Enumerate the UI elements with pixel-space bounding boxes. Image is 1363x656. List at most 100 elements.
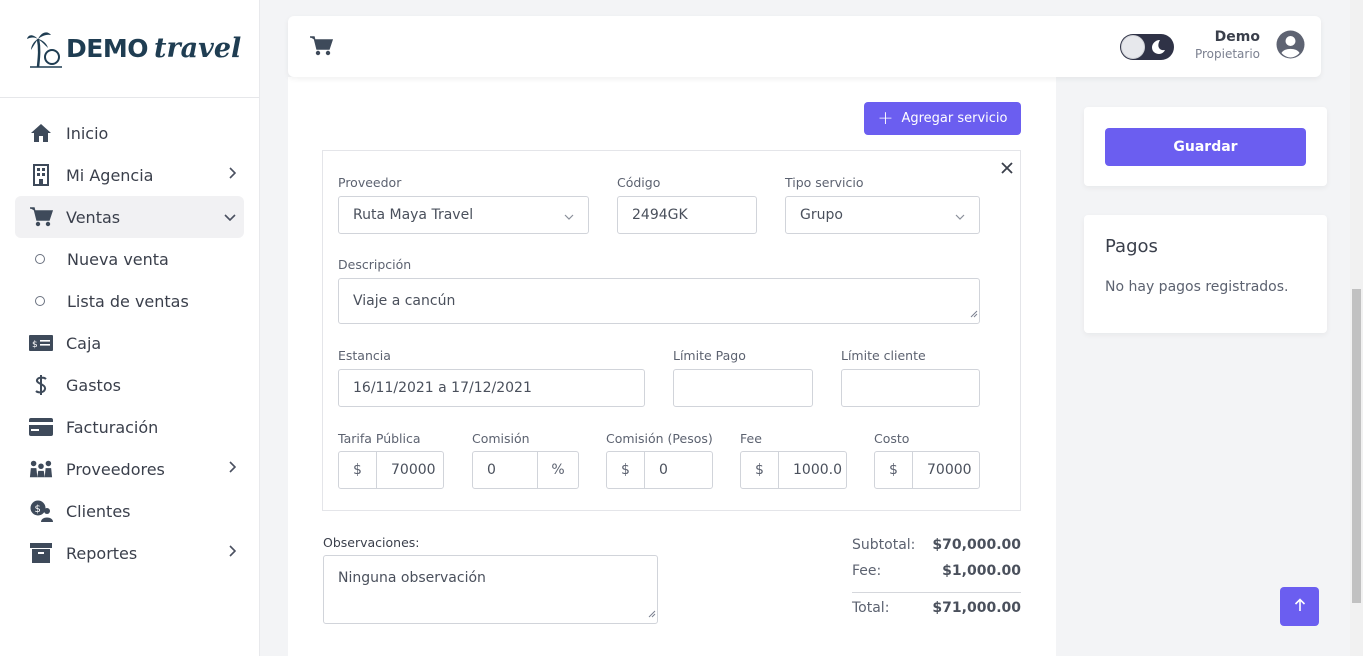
proveedor-select[interactable]: Ruta Maya Travel <box>338 196 589 234</box>
costo-value: 70000 <box>927 462 972 478</box>
sidebar-item-caja[interactable]: $ Caja <box>15 322 244 364</box>
building-icon <box>29 163 53 187</box>
sidebar-item-facturacion[interactable]: Facturación <box>15 406 244 448</box>
brand-travel-text: travel <box>153 33 242 64</box>
observaciones-value: Ninguna observación <box>338 570 486 586</box>
sidebar-item-inicio[interactable]: Inicio <box>15 112 244 154</box>
user-menu[interactable]: Demo Propietario <box>1186 29 1305 61</box>
totals-divider <box>852 592 1021 593</box>
descripcion-textarea[interactable]: Viaje a cancún <box>338 278 980 324</box>
currency-addon: $ <box>875 452 913 488</box>
chevron-right-icon <box>228 545 237 561</box>
sale-form: + Agregar servicio Proveedor Ruta Maya T… <box>288 77 1056 656</box>
scroll-top-button[interactable] <box>1280 587 1319 626</box>
sidebar-item-proveedores[interactable]: Proveedores <box>15 448 244 490</box>
sidebar-item-label: Reportes <box>66 543 138 563</box>
page-scrollbar[interactable] <box>1350 0 1363 656</box>
people-icon <box>29 457 53 481</box>
comision-value: 0 <box>487 462 496 478</box>
cash-icon: $ <box>29 331 53 355</box>
comision-input[interactable]: 0 % <box>472 451 579 489</box>
brand-demo-text: DEMO <box>66 34 148 63</box>
sidebar-item-label: Mi Agencia <box>66 165 154 185</box>
sidebar-item-gastos[interactable]: Gastos <box>15 364 244 406</box>
save-button[interactable]: Guardar <box>1105 128 1306 166</box>
limite-pago-input[interactable] <box>673 369 813 407</box>
sidebar-item-label: Proveedores <box>66 459 165 479</box>
costo-input[interactable]: $ 70000 <box>874 451 980 489</box>
estancia-label: Estancia <box>338 348 391 363</box>
totals-summary: Subtotal: $70,000.00 Fee: $1,000.00 Tota… <box>852 532 1021 621</box>
limite-cliente-input[interactable] <box>841 369 980 407</box>
circle-bullet-icon <box>35 254 45 264</box>
tipo-servicio-value: Grupo <box>800 207 843 223</box>
user-role: Propietario <box>1194 47 1260 61</box>
scrollbar-thumb[interactable] <box>1352 289 1361 603</box>
chevron-down-icon <box>955 209 965 225</box>
chevron-down-icon <box>564 209 574 225</box>
toggle-knob <box>1121 35 1145 59</box>
circle-bullet-icon <box>35 296 45 306</box>
estancia-input[interactable]: 16/11/2021 a 17/12/2021 <box>338 369 645 407</box>
sidebar-item-reportes[interactable]: Reportes <box>15 532 244 574</box>
sidebar-item-label: Gastos <box>66 375 121 395</box>
sidebar-item-ventas[interactable]: Ventas <box>15 196 244 238</box>
plus-icon: + <box>877 107 894 129</box>
tarifa-publica-input[interactable]: $ 70000 <box>338 451 444 489</box>
dark-mode-toggle[interactable] <box>1120 34 1174 60</box>
sidebar-item-mi-agencia[interactable]: Mi Agencia <box>15 154 244 196</box>
sidebar-item-label: Facturación <box>66 417 159 437</box>
sidebar: DEMO travel Inicio Mi Agencia Ventas Nue… <box>0 0 260 656</box>
archive-icon <box>29 541 53 565</box>
comision-pesos-value: 0 <box>659 462 668 478</box>
observaciones-textarea[interactable]: Ninguna observación <box>323 555 658 624</box>
estancia-value: 16/11/2021 a 17/12/2021 <box>353 380 532 396</box>
limite-cliente-label: Límite cliente <box>841 348 926 363</box>
sidebar-item-label: Caja <box>66 333 102 353</box>
add-service-label: Agregar servicio <box>901 111 1008 126</box>
currency-addon: $ <box>339 452 377 488</box>
resize-grip-icon[interactable] <box>969 306 978 322</box>
save-card: Guardar <box>1084 107 1327 186</box>
sidebar-item-label: Lista de ventas <box>67 291 189 311</box>
descripcion-value: Viaje a cancún <box>353 293 456 309</box>
add-service-button[interactable]: + Agregar servicio <box>864 102 1021 135</box>
subtotal-label: Subtotal: <box>852 537 916 553</box>
proveedor-label: Proveedor <box>338 175 402 190</box>
observaciones-label: Observaciones: <box>323 535 420 550</box>
payments-title: Pagos <box>1105 236 1158 257</box>
percent-addon: % <box>537 452 578 488</box>
sidebar-item-label: Inicio <box>66 123 109 143</box>
resize-grip-icon[interactable] <box>647 606 656 622</box>
brand-logo[interactable]: DEMO travel <box>0 0 259 98</box>
codigo-input[interactable]: 2494GK <box>617 196 757 234</box>
chevron-down-icon <box>224 209 236 225</box>
comision-pesos-input[interactable]: $ 0 <box>606 451 713 489</box>
currency-addon: $ <box>741 452 779 488</box>
cart-icon <box>29 205 53 229</box>
sidebar-item-label: Clientes <box>66 501 131 521</box>
sidebar-item-lista-ventas[interactable]: Lista de ventas <box>15 280 244 322</box>
total-value: $71,000.00 <box>932 600 1021 616</box>
moon-icon <box>1150 39 1166 59</box>
dollar-icon <box>29 373 53 397</box>
chevron-right-icon <box>228 461 237 477</box>
subtotal-value: $70,000.00 <box>932 537 1021 553</box>
codigo-value: 2494GK <box>632 207 688 223</box>
subtotal-row: Subtotal: $70,000.00 <box>852 532 1021 558</box>
sidebar-item-clientes[interactable]: $ Clientes <box>15 490 244 532</box>
close-icon[interactable] <box>998 159 1016 177</box>
comision-pesos-label: Comisión (Pesos) <box>606 431 713 446</box>
tipo-servicio-select[interactable]: Grupo <box>785 196 980 234</box>
sidebar-item-label: Nueva venta <box>67 249 169 269</box>
svg-text:$: $ <box>35 504 41 515</box>
sidebar-item-nueva-venta[interactable]: Nueva venta <box>15 238 244 280</box>
currency-addon: $ <box>607 452 645 488</box>
arrow-up-icon <box>1294 597 1306 616</box>
fee-total-label: Fee: <box>852 563 882 579</box>
fee-total-value: $1,000.00 <box>942 563 1021 579</box>
fee-input[interactable]: $ 1000.0 <box>740 451 847 489</box>
palm-tree-icon <box>27 31 62 68</box>
total-row: Total: $71,000.00 <box>852 595 1021 621</box>
cart-icon[interactable] <box>309 35 334 61</box>
